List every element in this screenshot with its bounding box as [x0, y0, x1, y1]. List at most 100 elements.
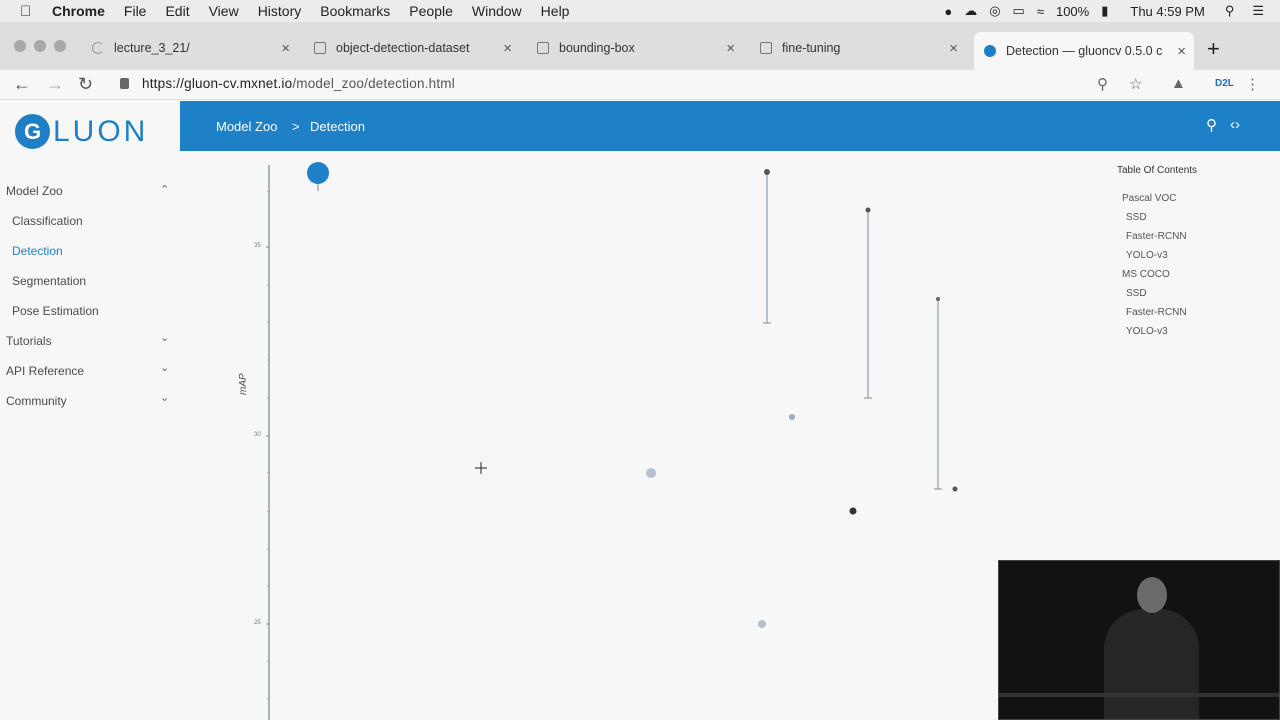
lock-icon[interactable]: [120, 78, 129, 89]
toc-item-pascal-voc[interactable]: Pascal VOC: [1122, 193, 1176, 204]
page-icon: [760, 42, 772, 54]
page-header: Model Zoo > Detection ⚲ ‹›: [180, 101, 1280, 151]
data-point[interactable]: [758, 620, 766, 628]
zoom-icon[interactable]: ⚲: [1097, 75, 1108, 93]
gluon-logo[interactable]: G LUON: [15, 114, 148, 149]
toc-item-ssd[interactable]: SSD: [1126, 212, 1147, 223]
menu-file[interactable]: File: [124, 3, 147, 19]
data-point[interactable]: [936, 297, 940, 301]
spotlight-search-icon[interactable]: ⚲: [1225, 3, 1235, 19]
sidebar-item-segmentation[interactable]: Segmentation: [12, 274, 86, 288]
new-tab-button[interactable]: +: [1207, 36, 1220, 62]
sidebar-item-pose-estimation[interactable]: Pose Estimation: [12, 304, 99, 318]
dropbox-icon[interactable]: ●: [944, 4, 952, 19]
tab-object-detection-dataset[interactable]: object-detection-dataset ×: [314, 34, 520, 62]
toc-item-ms-coco[interactable]: MS COCO: [1122, 269, 1170, 280]
data-point[interactable]: [849, 507, 857, 515]
sidebar-item-model-zoo[interactable]: Model Zoo: [6, 184, 63, 198]
desk-edge: [999, 693, 1279, 697]
tab-label: fine-tuning: [782, 41, 841, 55]
tab-label: object-detection-dataset: [336, 41, 470, 55]
menu-app-chrome[interactable]: Chrome: [52, 3, 105, 19]
menu-help[interactable]: Help: [541, 3, 570, 19]
airplay-icon[interactable]: ▭: [1013, 3, 1025, 19]
zoom-window-button[interactable]: [54, 40, 66, 52]
menu-edit[interactable]: Edit: [165, 3, 189, 19]
extension-icon[interactable]: ▲: [1171, 75, 1186, 92]
gluon-favicon-icon: [984, 45, 996, 57]
minimize-window-button[interactable]: [34, 40, 46, 52]
search-icon[interactable]: ⚲: [1206, 116, 1217, 134]
breadcrumb-model-zoo[interactable]: Model Zoo: [216, 119, 277, 134]
clock[interactable]: Thu 4:59 PM: [1130, 4, 1204, 19]
y-tick-label: 30: [254, 432, 261, 438]
apple-icon[interactable]: : [20, 3, 38, 20]
breadcrumb-detection: Detection: [310, 119, 365, 134]
cloud-icon[interactable]: ☁: [964, 3, 977, 19]
back-arrow-icon[interactable]: ←: [13, 74, 31, 95]
chevron-down-icon[interactable]: ⌄: [160, 361, 169, 374]
tab-label: bounding-box: [559, 41, 635, 55]
data-point-highlight[interactable]: [307, 162, 329, 184]
menu-window[interactable]: Window: [472, 3, 522, 19]
battery-label[interactable]: 100%: [1056, 4, 1089, 19]
sidebar-item-tutorials[interactable]: Tutorials: [6, 334, 52, 348]
data-point[interactable]: [865, 207, 871, 213]
presenter-body: [1104, 609, 1199, 719]
y-tick-label: 25: [254, 620, 261, 626]
vpn-icon[interactable]: ◎: [989, 3, 1000, 19]
tab-close-icon[interactable]: ×: [949, 40, 958, 57]
logo-text: LUON: [53, 114, 149, 148]
tab-detection-gluoncv[interactable]: Detection — gluoncv 0.5.0 c ×: [974, 32, 1194, 70]
toc-title: Table Of Contents: [1117, 165, 1198, 176]
menu-view[interactable]: View: [209, 3, 239, 19]
sidebar-item-community[interactable]: Community: [6, 394, 67, 408]
wifi-icon[interactable]: ≈: [1037, 4, 1044, 19]
sidebar-item-detection[interactable]: Detection: [12, 244, 63, 258]
mac-menubar:  Chrome File Edit View History Bookmark…: [0, 0, 1280, 22]
data-point[interactable]: [952, 486, 958, 492]
toc-item-yolo-v3[interactable]: YOLO-v3: [1126, 250, 1168, 261]
tab-close-icon[interactable]: ×: [281, 40, 290, 57]
tab-close-icon[interactable]: ×: [503, 40, 512, 57]
tab-bounding-box[interactable]: bounding-box ×: [537, 34, 743, 62]
sidebar: G LUON Model Zoo ⌃ Classification Detect…: [0, 101, 180, 720]
tab-strip: lecture_3_21/ × object-detection-dataset…: [0, 22, 1280, 70]
data-point[interactable]: [789, 414, 795, 420]
control-center-icon[interactable]: ☰: [1252, 3, 1264, 19]
menu-history[interactable]: History: [258, 3, 302, 19]
tab-close-icon[interactable]: ×: [1177, 43, 1186, 60]
toc-item-faster-rcnn[interactable]: Faster-RCNN: [1126, 307, 1187, 318]
chevron-up-icon[interactable]: ⌃: [160, 183, 169, 196]
breadcrumb-separator: >: [292, 119, 300, 134]
menu-bookmarks[interactable]: Bookmarks: [320, 3, 390, 19]
y-axis-label: mAP: [238, 373, 249, 395]
tab-close-icon[interactable]: ×: [726, 40, 735, 57]
reload-icon[interactable]: ↻: [78, 74, 93, 95]
tab-fine-tuning[interactable]: fine-tuning ×: [760, 34, 966, 62]
page-icon: [314, 42, 326, 54]
webcam-overlay: [998, 560, 1280, 720]
toc-item-ssd[interactable]: SSD: [1126, 288, 1147, 299]
chevron-down-icon[interactable]: ⌄: [160, 391, 169, 404]
url-host: https://gluon-cv.mxnet.io: [142, 76, 293, 91]
chevron-down-icon[interactable]: ⌄: [160, 331, 169, 344]
url-bar[interactable]: https://gluon-cv.mxnet.io/model_zoo/dete…: [142, 76, 455, 91]
code-toggle-icon[interactable]: ‹›: [1230, 116, 1240, 133]
tab-lecture[interactable]: lecture_3_21/ ×: [92, 34, 298, 62]
bookmark-star-icon[interactable]: ☆: [1129, 75, 1142, 93]
forward-arrow-icon[interactable]: →: [46, 74, 64, 95]
battery-icon[interactable]: ▮: [1101, 3, 1108, 19]
map-scatter-plot: [266, 162, 958, 720]
data-point[interactable]: [764, 169, 770, 175]
toc-item-faster-rcnn[interactable]: Faster-RCNN: [1126, 231, 1187, 242]
tab-label: lecture_3_21/: [114, 41, 190, 55]
close-window-button[interactable]: [14, 40, 26, 52]
d2l-extension[interactable]: D2L: [1215, 78, 1234, 89]
menu-dots-icon[interactable]: ⋮: [1245, 75, 1260, 93]
sidebar-item-classification[interactable]: Classification: [12, 214, 83, 228]
data-point[interactable]: [646, 468, 656, 478]
toc-item-yolo-v3[interactable]: YOLO-v3: [1126, 326, 1168, 337]
menu-people[interactable]: People: [409, 3, 453, 19]
sidebar-item-api-reference[interactable]: API Reference: [6, 364, 84, 378]
